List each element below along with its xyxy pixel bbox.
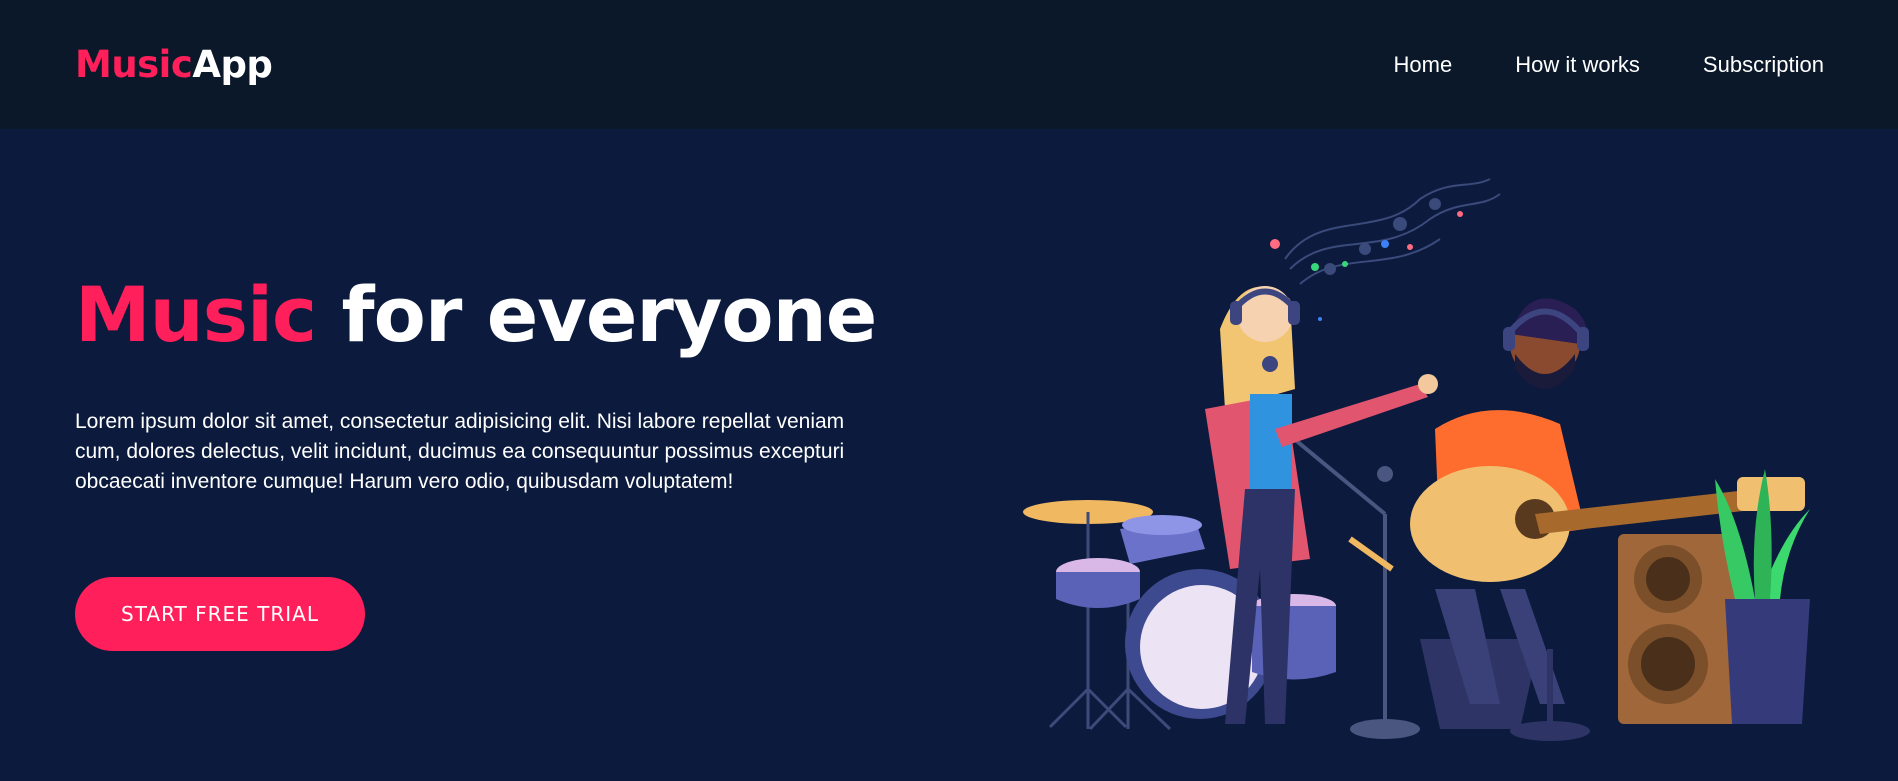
logo[interactable]: MusicApp: [75, 43, 273, 86]
logo-rest: App: [192, 43, 273, 86]
hero-title-accent: Music: [75, 270, 317, 359]
hero-description: Lorem ipsum dolor sit amet, consectetur …: [75, 410, 845, 493]
nav-item-how-it-works[interactable]: How it works: [1515, 52, 1640, 78]
logo-accent: Music: [75, 43, 193, 86]
nav-item-home[interactable]: Home: [1394, 52, 1453, 78]
band-illustration-icon: [1023, 178, 1810, 741]
speaker-icon: [1618, 534, 1738, 724]
hero-title-wrap: Music for everyone: [75, 277, 877, 353]
nav-item-subscription[interactable]: Subscription: [1703, 52, 1824, 78]
hero-title-rest: for everyone: [316, 270, 878, 359]
nav-links: Home How it works Subscription: [1394, 52, 1824, 78]
navbar: MusicApp Home How it works Subscription: [0, 0, 1898, 129]
hero-section: Music for everyone Lorem ipsum dolor sit…: [0, 129, 1898, 781]
start-free-trial-button[interactable]: START FREE TRIAL: [75, 577, 365, 651]
hero-title: Music for everyone: [75, 277, 877, 353]
